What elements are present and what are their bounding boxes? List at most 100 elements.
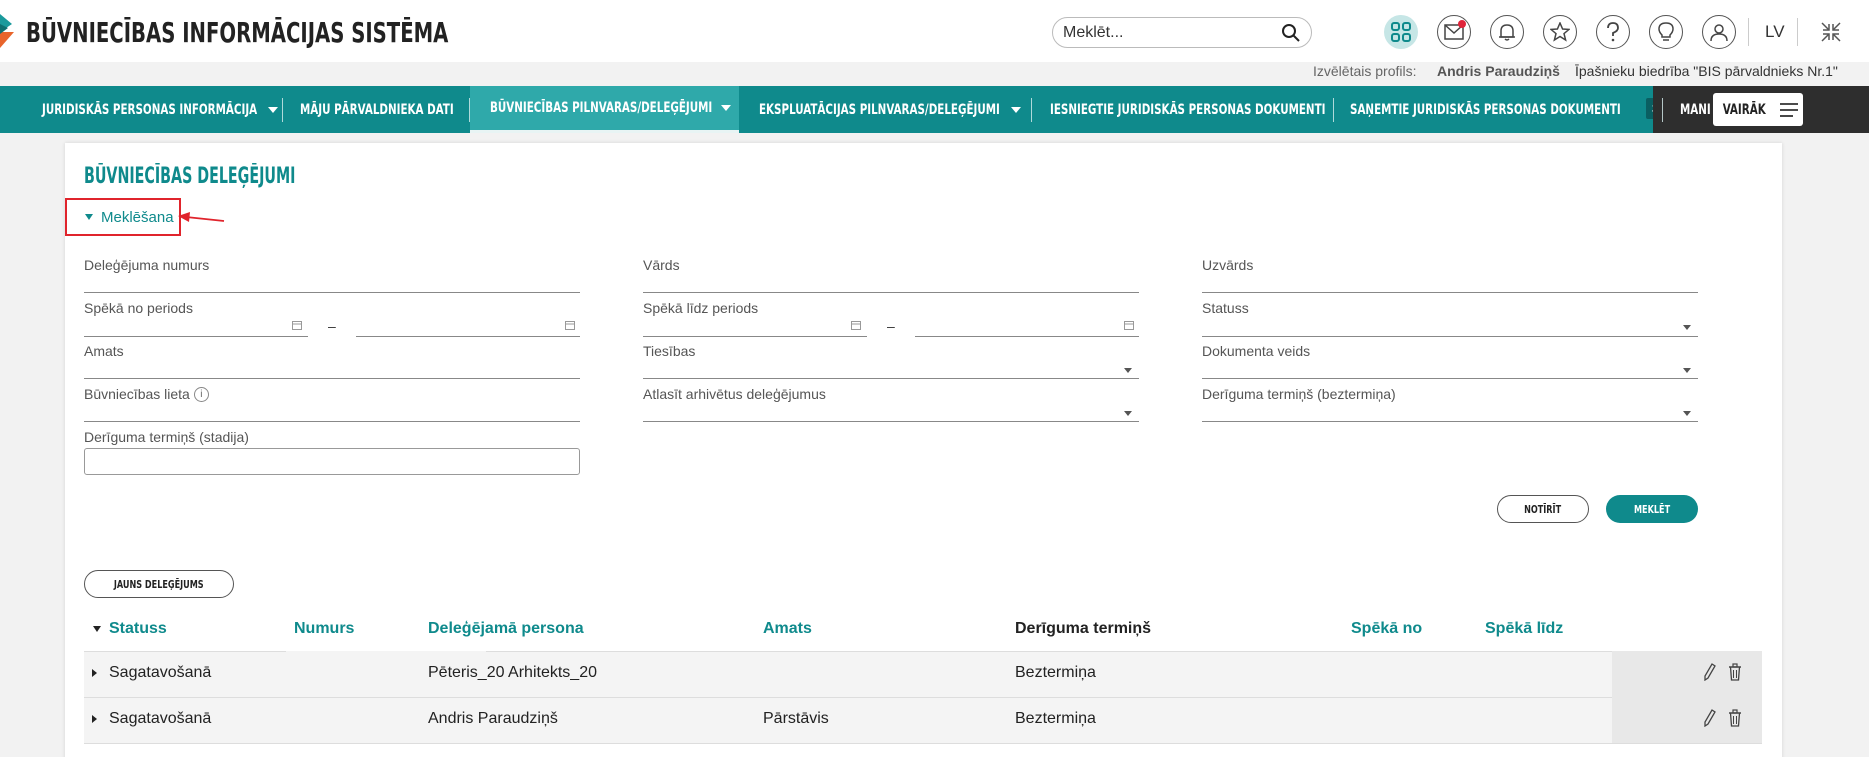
nav-divider — [282, 98, 283, 122]
nav-label: EKSPLUATĀCIJAS PILNVARAS/DELEĢĒJUMI — [759, 101, 1000, 118]
column-header-status[interactable]: Statuss — [109, 620, 167, 638]
show-archived-select[interactable] — [643, 421, 1139, 422]
rights-select[interactable] — [643, 378, 1139, 379]
calendar-icon[interactable] — [1124, 320, 1134, 330]
field-label-first-name: Vārds — [643, 257, 680, 273]
clear-button[interactable]: NOTĪRĪT — [1497, 495, 1589, 523]
valid-to-start-input[interactable] — [643, 336, 867, 337]
bell-icon — [1499, 24, 1515, 41]
top-bar: BŪVNIECĪBAS INFORMĀCIJAS SISTĒMA LV — [0, 0, 1869, 62]
column-header-valid-from[interactable]: Spēkā no — [1351, 620, 1422, 638]
field-label-show-archived: Atlasīt arhivētus deleģējumus — [643, 386, 826, 402]
user-profile-button[interactable] — [1702, 15, 1736, 49]
field-label-validity-stage: Derīguma termiņš (stadija) — [84, 429, 249, 445]
calendar-icon[interactable] — [565, 320, 575, 330]
status-select[interactable] — [1202, 336, 1698, 337]
edit-pencil-icon[interactable] — [1704, 663, 1716, 681]
language-switch[interactable]: LV — [1765, 22, 1785, 42]
chevron-down-icon — [268, 106, 279, 113]
field-label-document-type: Dokumenta veids — [1202, 343, 1311, 359]
search-icon[interactable] — [1281, 23, 1301, 48]
dropdown-caret-icon[interactable] — [1683, 325, 1691, 330]
valid-from-start-input[interactable] — [84, 336, 308, 337]
favorites-button[interactable] — [1543, 15, 1577, 49]
row-background — [84, 697, 1762, 743]
app-title: BŪVNIECĪBAS INFORMĀCIJAS SISTĒMA — [26, 15, 449, 49]
delegation-number-input[interactable] — [84, 292, 580, 293]
edit-pencil-icon[interactable] — [1704, 709, 1716, 727]
calendar-icon[interactable] — [292, 320, 302, 330]
column-header-valid-to[interactable]: Spēkā līdz — [1485, 620, 1563, 638]
sort-caret-icon[interactable] — [93, 626, 101, 632]
ideas-button[interactable] — [1649, 15, 1683, 49]
cell-validity: Beztermiņa — [1015, 664, 1096, 681]
nav-legal-person-info[interactable]: JURIDISKĀS PERSONAS INFORMĀCIJA — [42, 86, 279, 133]
new-delegation-button[interactable]: JAUNS DELEĢĒJUMS — [84, 570, 234, 598]
profile-user[interactable]: Andris Paraudziņš — [1437, 63, 1560, 83]
lightbulb-icon — [1658, 22, 1674, 41]
nav-operation-delegations[interactable]: EKSPLUATĀCIJAS PILNVARAS/DELEĢĒJUMI — [759, 86, 1021, 133]
column-header-validity[interactable]: Derīguma termiņš — [1015, 620, 1151, 638]
column-header-position[interactable]: Amats — [763, 620, 812, 638]
column-header-person[interactable]: Deleģējamā persona — [428, 620, 584, 638]
new-delegation-label: JAUNS DELEĢĒJUMS — [114, 577, 204, 591]
cell-status: Sagatavošanā — [109, 710, 212, 727]
nav-construction-delegations[interactable]: BŪVNIECĪBAS PILNVARAS/DELEĢĒJUMI — [470, 86, 739, 133]
document-type-select[interactable] — [1202, 378, 1698, 379]
cell-person: Pēteris_20 Arhitekts_20 — [428, 664, 597, 681]
apps-grid-icon — [1391, 22, 1411, 42]
nav-label: JURIDISKĀS PERSONAS INFORMĀCIJA — [42, 101, 258, 118]
app-logo[interactable]: BŪVNIECĪBAS INFORMĀCIJAS SISTĒMA — [0, 14, 568, 50]
delete-trash-icon[interactable] — [1728, 663, 1742, 681]
cell-validity: Beztermiņa — [1015, 710, 1096, 727]
table-row-divider — [84, 743, 1762, 744]
nav-label: SAŅEMTIE JURIDISKĀS PERSONAS DOKUMENTI — [1350, 101, 1621, 118]
notification-dot — [1458, 20, 1466, 28]
table-row[interactable]: Sagatavošanā Pēteris_20 Arhitekts_20 Bez… — [84, 651, 1762, 697]
cell-person: Andris Paraudziņš — [428, 710, 558, 727]
calendar-icon[interactable] — [851, 320, 861, 330]
search-box[interactable] — [1052, 17, 1312, 48]
nav-submitted-documents[interactable]: IESNIEGTIE JURIDISKĀS PERSONAS DOKUMENTI — [1050, 86, 1340, 133]
validity-indefinite-select[interactable] — [1202, 421, 1698, 422]
field-label-delegation-number: Deleģējuma numurs — [84, 257, 210, 273]
valid-from-end-input[interactable] — [356, 336, 580, 337]
cell-position: Pārstāvis — [763, 710, 829, 727]
apps-grid-button[interactable] — [1384, 15, 1418, 49]
dropdown-caret-icon[interactable] — [1683, 411, 1691, 416]
collapse-button[interactable] — [1820, 21, 1842, 48]
nav-received-documents[interactable]: SAŅEMTIE JURIDISKĀS PERSONAS DOKUMENTI — [1350, 86, 1640, 133]
info-icon[interactable]: i — [193, 387, 209, 402]
notifications-button[interactable] — [1490, 15, 1524, 49]
more-menu-button[interactable]: VAIRĀK — [1713, 93, 1803, 126]
column-header-number[interactable]: Numurs — [294, 620, 354, 638]
profile-organization[interactable]: Īpašnieku biedrība "BIS pārvaldnieks Nr.… — [1575, 63, 1838, 83]
table-row[interactable]: Sagatavošanā Andris Paraudziņš Pārstāvis… — [84, 697, 1762, 743]
search-input[interactable] — [1063, 24, 1263, 42]
logo-icon — [0, 14, 14, 48]
expand-row-icon[interactable] — [92, 715, 97, 723]
collapse-icon — [1821, 22, 1841, 42]
valid-to-end-input[interactable] — [915, 336, 1139, 337]
expand-row-icon[interactable] — [92, 669, 97, 677]
search-button[interactable]: MEKLĒT — [1606, 495, 1698, 523]
first-name-input[interactable] — [643, 292, 1139, 293]
dropdown-caret-icon[interactable] — [1124, 368, 1132, 373]
validity-stage-input[interactable] — [84, 448, 580, 475]
search-toggle[interactable]: Meklēšana — [65, 198, 181, 236]
dropdown-caret-icon[interactable] — [1124, 411, 1132, 416]
messages-button[interactable] — [1437, 15, 1471, 49]
last-name-input[interactable] — [1202, 292, 1698, 293]
dropdown-caret-icon[interactable] — [1683, 368, 1691, 373]
delete-trash-icon[interactable] — [1728, 709, 1742, 727]
construction-case-input[interactable] — [84, 421, 580, 422]
position-input[interactable] — [84, 378, 580, 379]
question-icon — [1607, 22, 1619, 42]
search-toggle-label: Meklēšana — [101, 208, 174, 226]
help-button[interactable] — [1596, 15, 1630, 49]
nav-label: MĀJU PĀRVALDNIEKA DATI — [300, 101, 454, 118]
nav-divider — [1333, 98, 1334, 122]
nav-label: BŪVNIECĪBAS PILNVARAS/DELEĢĒJUMI — [490, 100, 713, 116]
caret-down-icon — [85, 214, 93, 220]
nav-manager-data[interactable]: MĀJU PĀRVALDNIEKA DATI — [300, 86, 460, 133]
